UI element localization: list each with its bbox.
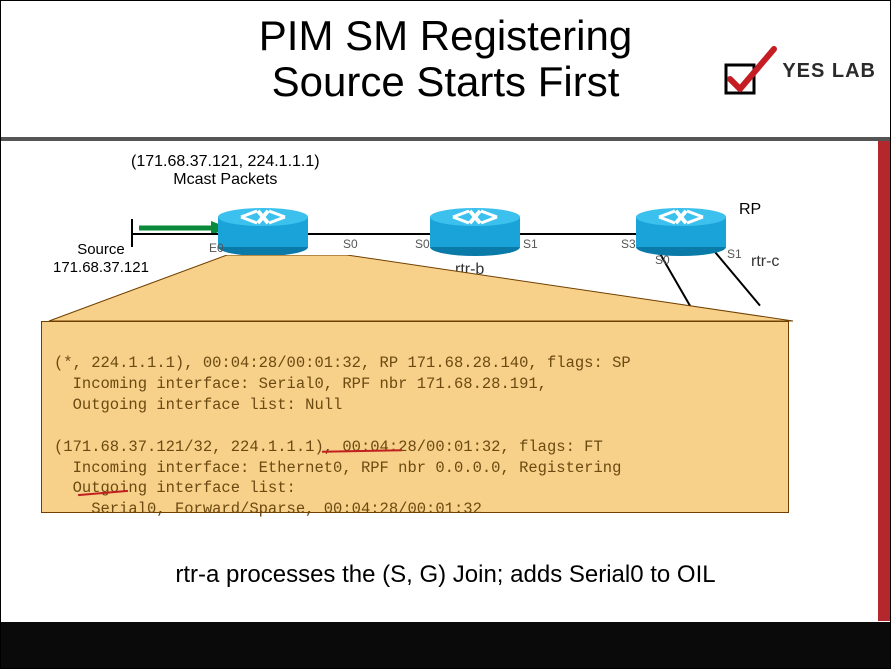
iface-a-s0: S0 <box>343 237 358 251</box>
router-b-icon <box>429 207 521 257</box>
cli-line-1: (*, 224.1.1.1), 00:04:28/00:01:32, RP 17… <box>54 354 631 372</box>
cli-line-3: Outgoing interface list: Null <box>54 396 342 414</box>
logo-text: YES LAB <box>782 60 876 83</box>
slide-header: PIM SM Registering Source Starts First Y… <box>1 1 890 141</box>
iface-b-s1: S1 <box>523 237 538 251</box>
rtr-b-label: rtr-b <box>455 261 484 279</box>
iface-c-s3: S3 <box>621 237 636 251</box>
router-a-icon <box>217 207 309 257</box>
iface-b-s0: S0 <box>415 237 430 251</box>
packet-sg: (171.68.37.121, 224.1.1.1) <box>131 153 320 171</box>
slide-content: (171.68.37.121, 224.1.1.1) Mcast Packets… <box>1 141 890 153</box>
cli-line-8: Serial0, Forward/Sparse, 00:04:28/00:01:… <box>54 500 482 518</box>
link-a-b <box>307 233 431 235</box>
iface-c-s0: S0 <box>655 253 670 267</box>
slide-caption: rtr-a processes the (S, G) Join; adds Se… <box>1 561 890 589</box>
bottom-bar <box>1 622 890 668</box>
checkmark-icon <box>722 43 778 99</box>
cli-line-5: (171.68.37.121/32, 224.1.1.1), 00:04:28/… <box>54 438 603 456</box>
mcast-packet-label: (171.68.37.121, 224.1.1.1) Mcast Packets <box>131 153 320 189</box>
cli-line-2: Incoming interface: Serial0, RPF nbr 171… <box>54 375 547 393</box>
rtr-a-label: rtr-a <box>241 261 270 279</box>
source-stub-link <box>131 233 226 235</box>
iface-a-e0: E0 <box>209 241 224 255</box>
rtr-c-label: rtr-c <box>751 253 779 271</box>
source-ip: 171.68.37.121 <box>53 259 149 277</box>
cli-line-6: Incoming interface: Ethernet0, RPF nbr 0… <box>54 459 621 477</box>
link-b-c <box>519 233 637 235</box>
source-host-label: Source 171.68.37.121 <box>53 241 149 277</box>
rp-label: RP <box>739 201 761 219</box>
side-accent-bar <box>878 141 890 621</box>
source-word: Source <box>53 241 149 259</box>
mroute-output-box: (*, 224.1.1.1), 00:04:28/00:01:32, RP 17… <box>41 321 789 513</box>
packet-text: Mcast Packets <box>131 171 320 189</box>
yeslab-logo: YES LAB <box>722 43 876 99</box>
iface-c-s1: S1 <box>727 247 742 261</box>
router-c-icon <box>635 207 727 257</box>
